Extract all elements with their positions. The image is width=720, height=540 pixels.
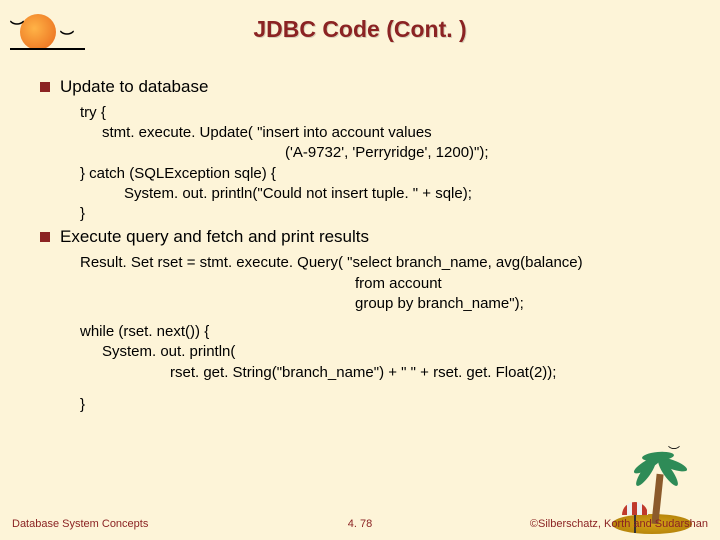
horizon-line: [10, 48, 85, 50]
bird-icon: ︶: [10, 18, 24, 38]
bullet-update: Update to database: [40, 76, 700, 99]
code-line: group by branch_name");: [355, 294, 700, 314]
code-line: while (rset. next()) {: [80, 322, 700, 342]
slide-content: Update to database try { stmt. execute. …: [40, 76, 700, 415]
bullet-icon: [40, 82, 50, 92]
footer-right: ©Silberschatz, Korth and Sudarshan: [530, 518, 708, 530]
code-line: ('A-9732', 'Perryridge', 1200)");: [285, 143, 700, 163]
bullet-icon: [40, 232, 50, 242]
code-line: } catch (SQLException sqle) {: [80, 164, 700, 184]
code-line: System. out. println(: [102, 342, 700, 362]
code-line: System. out. println("Could not insert t…: [124, 184, 700, 204]
code-line: from account: [355, 274, 700, 294]
footer-left: Database System Concepts: [12, 518, 148, 530]
bullet-text: Execute query and fetch and print result…: [60, 226, 369, 249]
code-line: }: [80, 204, 700, 224]
bullet-execute: Execute query and fetch and print result…: [40, 226, 700, 249]
slide-title: JDBC Code (Cont. ): [0, 0, 720, 43]
bird-icon: ︶: [60, 28, 74, 48]
sun-circle: [20, 14, 56, 50]
bullet-text: Update to database: [60, 76, 208, 99]
code-line: Result. Set rset = stmt. execute. Query(…: [80, 253, 700, 273]
code-line: }: [80, 395, 700, 415]
code-line: try {: [80, 103, 700, 123]
sun-decoration: ︶ ︶: [10, 8, 65, 63]
code-line: stmt. execute. Update( "insert into acco…: [102, 123, 700, 143]
umbrella-top: [622, 502, 648, 515]
footer-center: 4. 78: [348, 518, 372, 530]
code-line: rset. get. String("branch_name") + " " +…: [170, 363, 700, 383]
